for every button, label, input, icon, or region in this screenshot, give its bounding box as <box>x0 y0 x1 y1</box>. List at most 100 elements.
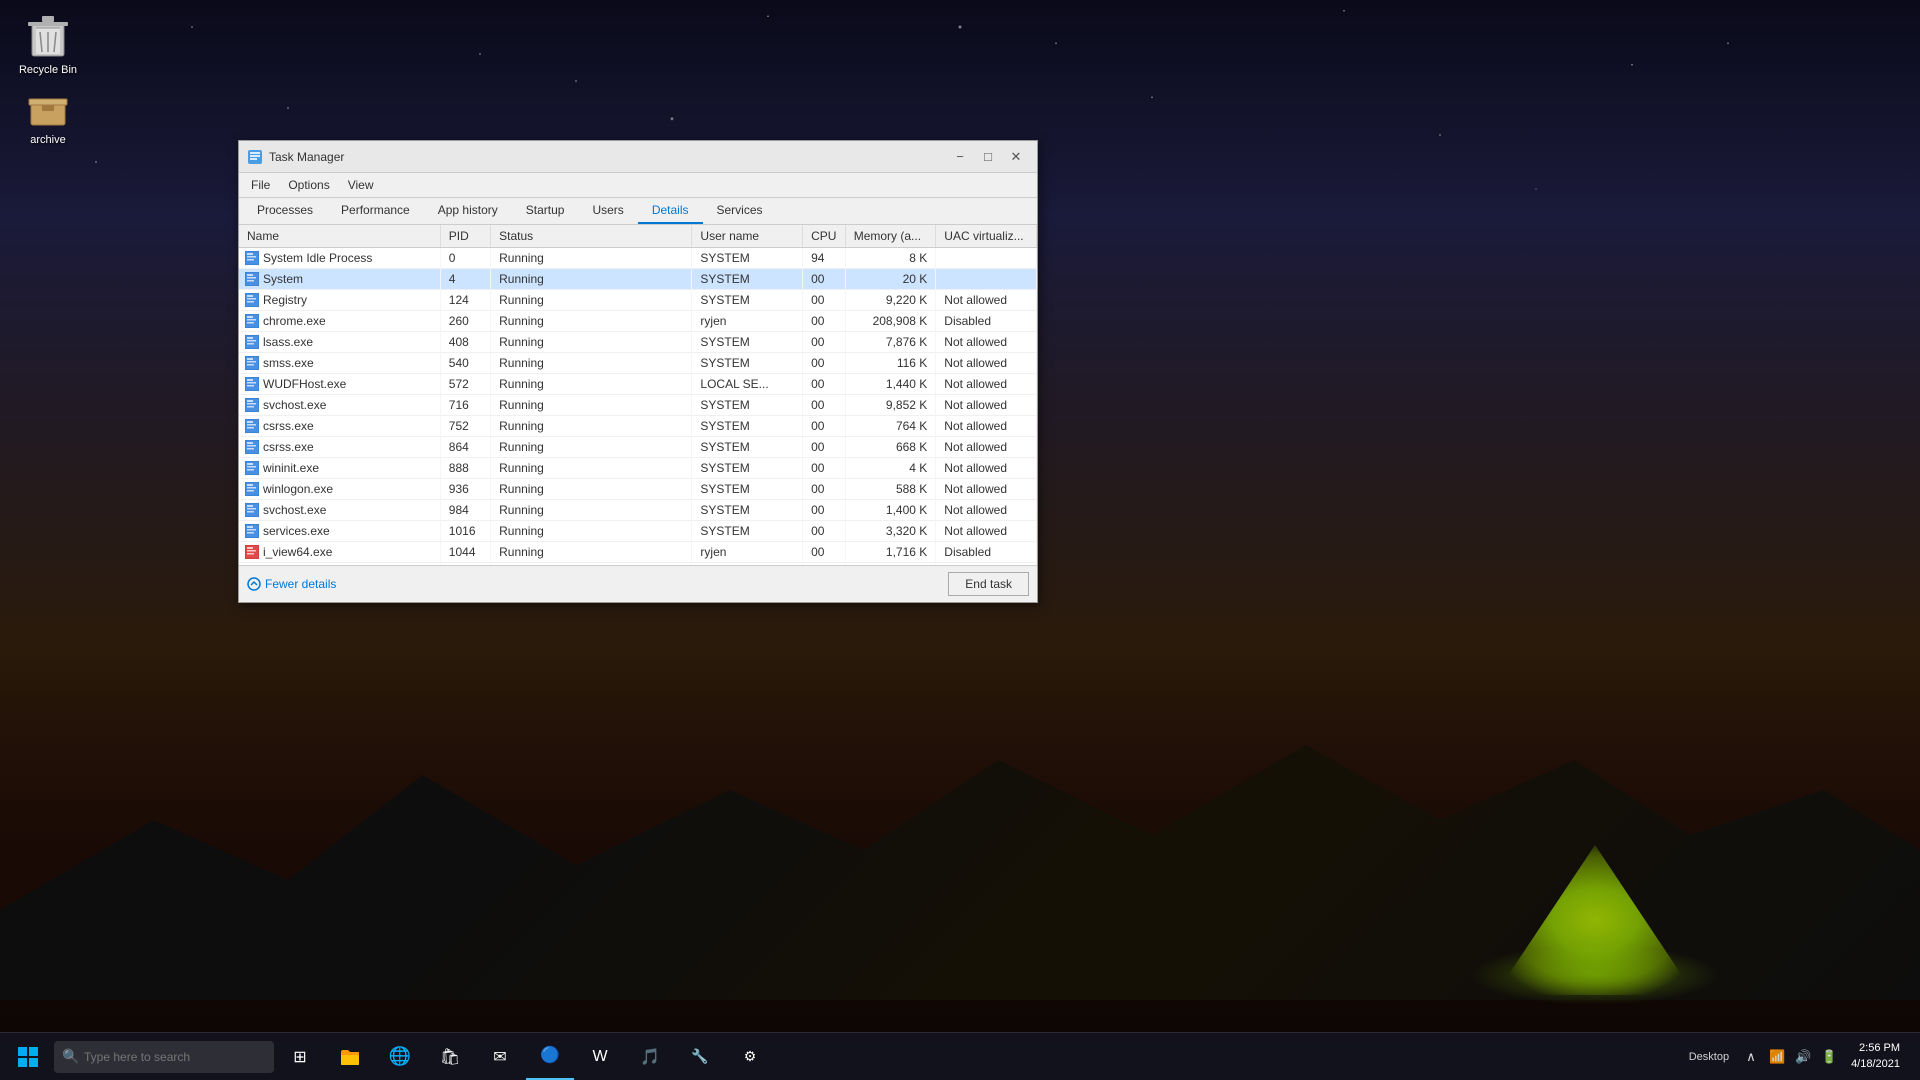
table-row[interactable]: svchost.exe 716 Running SYSTEM 00 9,852 … <box>239 395 1037 416</box>
table-row[interactable]: svchost.exe 984 Running SYSTEM 00 1,400 … <box>239 500 1037 521</box>
process-cpu: 00 <box>803 395 846 416</box>
table-row[interactable]: winlogon.exe 936 Running SYSTEM 00 588 K… <box>239 479 1037 500</box>
taskbar-app-media[interactable]: 🎵 <box>626 1033 674 1080</box>
table-row[interactable]: System Idle Process 0 Running SYSTEM 94 … <box>239 248 1037 269</box>
process-user: SYSTEM <box>692 290 803 311</box>
table-row[interactable]: i_view64.exe 1044 Running ryjen 00 1,716… <box>239 542 1037 563</box>
process-uac: Not allowed <box>936 437 1037 458</box>
col-cpu[interactable]: CPU <box>803 225 846 248</box>
table-row[interactable]: Registry 124 Running SYSTEM 00 9,220 K N… <box>239 290 1037 311</box>
tab-startup[interactable]: Startup <box>512 198 579 224</box>
tent-decoration <box>1470 815 1720 995</box>
process-name: chrome.exe <box>263 314 326 328</box>
process-status: Running <box>491 395 692 416</box>
taskbar-app-word[interactable]: W <box>576 1033 624 1080</box>
tab-details[interactable]: Details <box>638 198 703 224</box>
process-cpu: 00 <box>803 416 846 437</box>
process-user: SYSTEM <box>692 332 803 353</box>
process-pid: 4 <box>440 269 490 290</box>
tray-volume[interactable]: 🔊 <box>1793 1047 1813 1067</box>
task-view-button[interactable]: ⊞ <box>276 1033 324 1080</box>
process-cpu: 00 <box>803 458 846 479</box>
col-name[interactable]: Name <box>239 225 440 248</box>
taskbar-app-chrome[interactable]: 🔵 <box>526 1033 574 1080</box>
process-name-cell: csrss.exe <box>239 437 440 458</box>
process-status: Running <box>491 437 692 458</box>
taskbar-app-misc2[interactable]: ⚙ <box>726 1033 774 1080</box>
titlebar[interactable]: Task Manager − □ ✕ <box>239 141 1037 173</box>
table-row[interactable]: System 4 Running SYSTEM 00 20 K <box>239 269 1037 290</box>
fewer-details-button[interactable]: Fewer details <box>247 577 336 591</box>
tab-performance[interactable]: Performance <box>327 198 424 224</box>
tab-app-history[interactable]: App history <box>424 198 512 224</box>
process-pid: 572 <box>440 374 490 395</box>
tray-battery[interactable]: 🔋 <box>1819 1047 1839 1067</box>
process-uac: Not allowed <box>936 290 1037 311</box>
end-task-button[interactable]: End task <box>948 572 1029 596</box>
tray-expand[interactable]: ∧ <box>1741 1047 1761 1067</box>
table-row[interactable]: lsass.exe 408 Running SYSTEM 00 7,876 K … <box>239 332 1037 353</box>
close-button[interactable]: ✕ <box>1003 144 1029 170</box>
process-user: SYSTEM <box>692 353 803 374</box>
system-clock[interactable]: 2:56 PM 4/18/2021 <box>1843 1041 1908 1072</box>
table-row[interactable]: wininit.exe 888 Running SYSTEM 00 4 K No… <box>239 458 1037 479</box>
process-table-container[interactable]: Name PID Status User name CPU Memory (a.… <box>239 225 1037 565</box>
archive-icon[interactable]: archive <box>8 78 88 150</box>
table-row[interactable]: fontdrvhost.exe 1056 Running UMFD-0 00 2… <box>239 563 1037 566</box>
process-tbody: System Idle Process 0 Running SYSTEM 94 … <box>239 248 1037 566</box>
menu-view[interactable]: View <box>340 175 382 195</box>
process-name: csrss.exe <box>263 419 314 433</box>
search-wrapper: 🔍 <box>54 1041 274 1073</box>
process-name-cell: i_view64.exe <box>239 542 440 563</box>
col-username[interactable]: User name <box>692 225 803 248</box>
process-uac: Not allowed <box>936 395 1037 416</box>
start-button[interactable] <box>4 1033 52 1080</box>
tab-bar: Processes Performance App history Startu… <box>239 198 1037 225</box>
tray-network[interactable]: 📶 <box>1767 1047 1787 1067</box>
process-name: csrss.exe <box>263 440 314 454</box>
process-name: smss.exe <box>263 356 314 370</box>
process-memory: 7,876 K <box>845 332 936 353</box>
minimize-button[interactable]: − <box>947 144 973 170</box>
process-icon <box>245 251 259 265</box>
table-row[interactable]: chrome.exe 260 Running ryjen 00 208,908 … <box>239 311 1037 332</box>
tab-users[interactable]: Users <box>578 198 637 224</box>
table-row[interactable]: csrss.exe 752 Running SYSTEM 00 764 K No… <box>239 416 1037 437</box>
process-icon <box>245 272 259 286</box>
process-uac: Not allowed <box>936 521 1037 542</box>
process-status: Running <box>491 311 692 332</box>
table-row[interactable]: csrss.exe 864 Running SYSTEM 00 668 K No… <box>239 437 1037 458</box>
search-icon: 🔍 <box>62 1048 79 1065</box>
taskbar-app-store[interactable]: 🛍 <box>426 1033 474 1080</box>
menu-file[interactable]: File <box>243 175 278 195</box>
recycle-bin-icon[interactable]: Recycle Bin <box>8 8 88 80</box>
process-icon <box>245 440 259 454</box>
col-pid[interactable]: PID <box>440 225 490 248</box>
tab-processes[interactable]: Processes <box>243 198 327 224</box>
menu-options[interactable]: Options <box>280 175 337 195</box>
process-name: Registry <box>263 293 307 307</box>
table-row[interactable]: services.exe 1016 Running SYSTEM 00 3,32… <box>239 521 1037 542</box>
process-status: Running <box>491 458 692 479</box>
search-input[interactable] <box>54 1041 274 1073</box>
process-uac <box>936 248 1037 269</box>
col-uac[interactable]: UAC virtualiz... <box>936 225 1037 248</box>
tab-services[interactable]: Services <box>703 198 777 224</box>
taskbar-app-mail[interactable]: ✉ <box>476 1033 524 1080</box>
process-name-cell: svchost.exe <box>239 395 440 416</box>
fewer-details-label: Fewer details <box>265 577 336 591</box>
taskbar-app-file-explorer[interactable] <box>326 1033 374 1080</box>
process-cpu: 00 <box>803 374 846 395</box>
col-memory[interactable]: Memory (a... <box>845 225 936 248</box>
process-status: Running <box>491 521 692 542</box>
taskbar-app-misc1[interactable]: 🔧 <box>676 1033 724 1080</box>
col-status[interactable]: Status <box>491 225 692 248</box>
table-row[interactable]: WUDFHost.exe 572 Running LOCAL SE... 00 … <box>239 374 1037 395</box>
titlebar-icon <box>247 149 263 165</box>
maximize-button[interactable]: □ <box>975 144 1001 170</box>
taskbar-app-edge[interactable]: 🌐 <box>376 1033 424 1080</box>
process-cpu: 00 <box>803 521 846 542</box>
process-status: Running <box>491 500 692 521</box>
table-row[interactable]: smss.exe 540 Running SYSTEM 00 116 K Not… <box>239 353 1037 374</box>
process-icon <box>245 293 259 307</box>
